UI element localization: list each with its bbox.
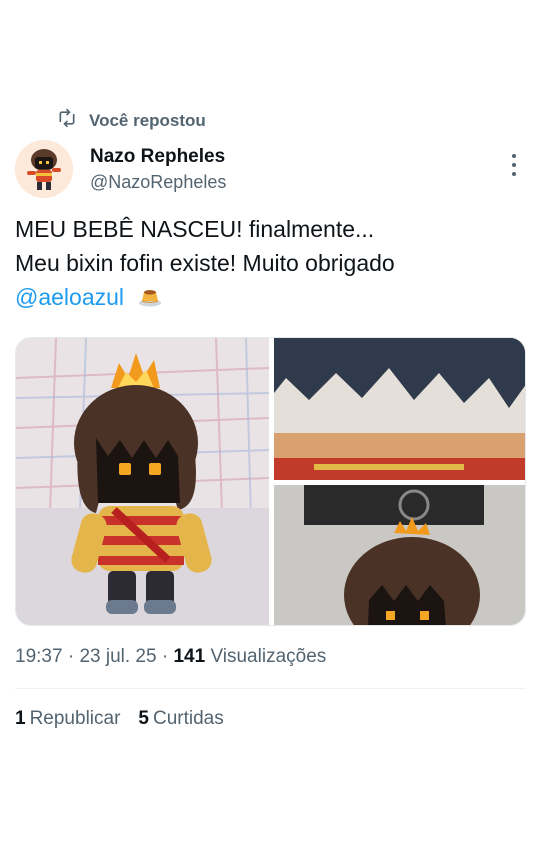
repost-indicator[interactable]: Você repostou [57,108,206,133]
avatar-icon [15,140,73,198]
author-name[interactable]: Nazo Repheles [90,146,225,168]
tweet-meta: 19:37 · 23 jul. 25 · 141 Visualizações [15,646,326,668]
divider [15,688,526,689]
likes-label: Curtidas [152,708,224,729]
repost-label: Você repostou [89,110,206,130]
repost-icon [57,108,77,133]
tweet-line-2: Meu bixin fofin existe! Muito obrigado [15,250,395,276]
media-grid[interactable] [15,337,526,626]
views-label: Visualizações [210,646,327,667]
author-handle[interactable]: @NazoRepheles [90,172,226,193]
flan-emoji-icon [138,282,162,316]
plush-keychain-photo[interactable] [274,485,525,625]
tweet-time[interactable]: 19:37 [15,646,63,667]
author-avatar[interactable] [15,140,73,198]
views-count: 141 [173,646,206,667]
plush-closeup-photo[interactable] [274,338,525,480]
reposts-count: 1 [15,708,26,729]
reposts-label: Republicar [29,708,121,729]
mention-link[interactable]: @aeloazul [15,284,124,310]
tweet-date[interactable]: 23 jul. 25 [79,646,156,667]
tweet-stats: 1 Republicar 5 Curtidas [15,708,224,730]
likes-count: 5 [138,708,149,729]
meta-separator: · [67,646,75,667]
meta-separator: · [161,646,169,667]
plush-full-photo[interactable] [16,338,269,625]
likes-stat[interactable]: 5 Curtidas [138,708,223,730]
tweet-line-1: MEU BEBÊ NASCEU! finalmente... [15,216,375,242]
reposts-stat[interactable]: 1 Republicar [15,708,120,730]
tweet-text: MEU BEBÊ NASCEU! finalmente... Meu bixin… [15,212,525,316]
more-options-icon[interactable] [505,152,523,178]
